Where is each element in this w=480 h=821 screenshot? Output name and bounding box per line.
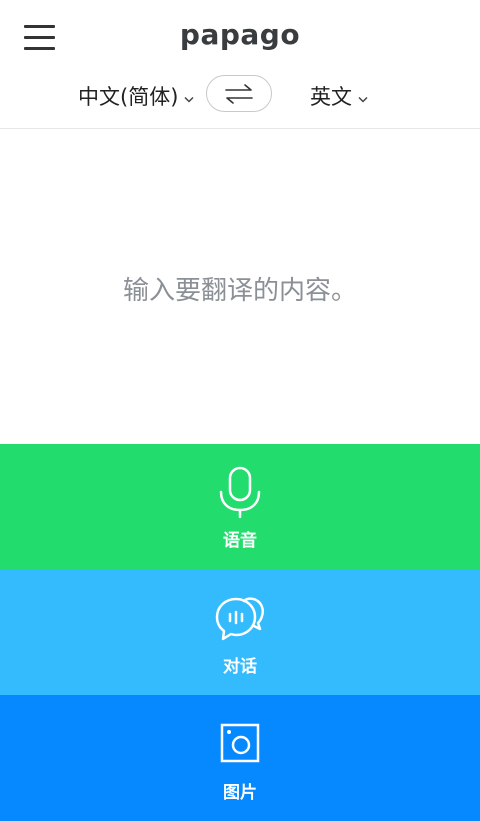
camera-icon	[220, 723, 260, 763]
microphone-icon	[219, 466, 261, 518]
chat-bubbles-icon	[215, 597, 264, 641]
image-label: 图片	[223, 783, 257, 803]
swap-languages-button[interactable]	[206, 75, 272, 112]
conversation-button[interactable]: 对话	[0, 570, 480, 695]
chevron-down-icon	[184, 84, 194, 108]
language-bar: 中文(简体) 英文	[0, 75, 480, 129]
text-input-area[interactable]: 输入要翻译的内容。	[0, 129, 480, 444]
app-header: papago	[0, 0, 480, 75]
chevron-down-icon	[358, 84, 368, 108]
target-language-selector[interactable]: 英文	[310, 81, 368, 111]
source-language-label: 中文(简体)	[78, 85, 179, 109]
conversation-label: 对话	[223, 657, 257, 677]
input-placeholder: 输入要翻译的内容。	[122, 276, 357, 306]
swap-arrows-icon	[225, 83, 253, 104]
source-language-selector[interactable]: 中文(简体)	[78, 81, 194, 111]
voice-label: 语音	[223, 531, 257, 551]
brand-logo: papago	[179, 18, 301, 51]
voice-translate-button[interactable]: 语音	[0, 444, 480, 570]
target-language-label: 英文	[310, 85, 352, 109]
image-translate-button[interactable]: 图片	[0, 695, 480, 821]
